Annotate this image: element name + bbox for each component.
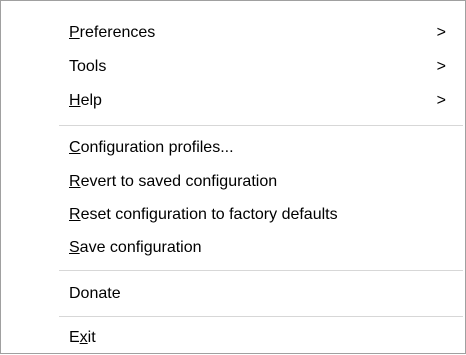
menu-item-label: Configuration profiles... (69, 139, 234, 156)
submenu-arrow-icon: > (436, 58, 446, 75)
submenu-arrow-icon: > (436, 24, 446, 41)
menu-item-revert-configuration[interactable]: Revert to saved configuration (2, 165, 464, 199)
menu-item-label: Save configuration (69, 239, 202, 256)
menu-item-help[interactable]: Help > (2, 84, 464, 118)
menu-item-label: Help (69, 92, 102, 109)
menu-item-label: Revert to saved configuration (69, 173, 278, 190)
context-menu: Preferences > Tools > Help > Configurati… (0, 0, 466, 354)
menu-item-save-configuration[interactable]: Save configuration (2, 231, 464, 265)
menu-item-label: Donate (69, 285, 121, 302)
menu-separator (59, 316, 463, 317)
menu-item-tools[interactable]: Tools > (2, 50, 464, 84)
menu-item-exit[interactable]: Exit (2, 321, 464, 355)
menu-item-configuration-profiles[interactable]: Configuration profiles... (2, 131, 464, 165)
menu-item-label: Preferences (69, 24, 156, 41)
menu-item-reset-configuration[interactable]: Reset configuration to factory defaults (2, 198, 464, 232)
menu-item-label: Exit (69, 329, 96, 346)
menu-separator (59, 270, 463, 271)
menu-item-preferences[interactable]: Preferences > (2, 16, 464, 50)
menu-item-donate[interactable]: Donate (2, 277, 464, 311)
submenu-arrow-icon: > (436, 92, 446, 109)
menu-item-label: Tools (69, 58, 107, 75)
menu-item-label: Reset configuration to factory defaults (69, 206, 338, 223)
menu-separator (59, 125, 463, 126)
